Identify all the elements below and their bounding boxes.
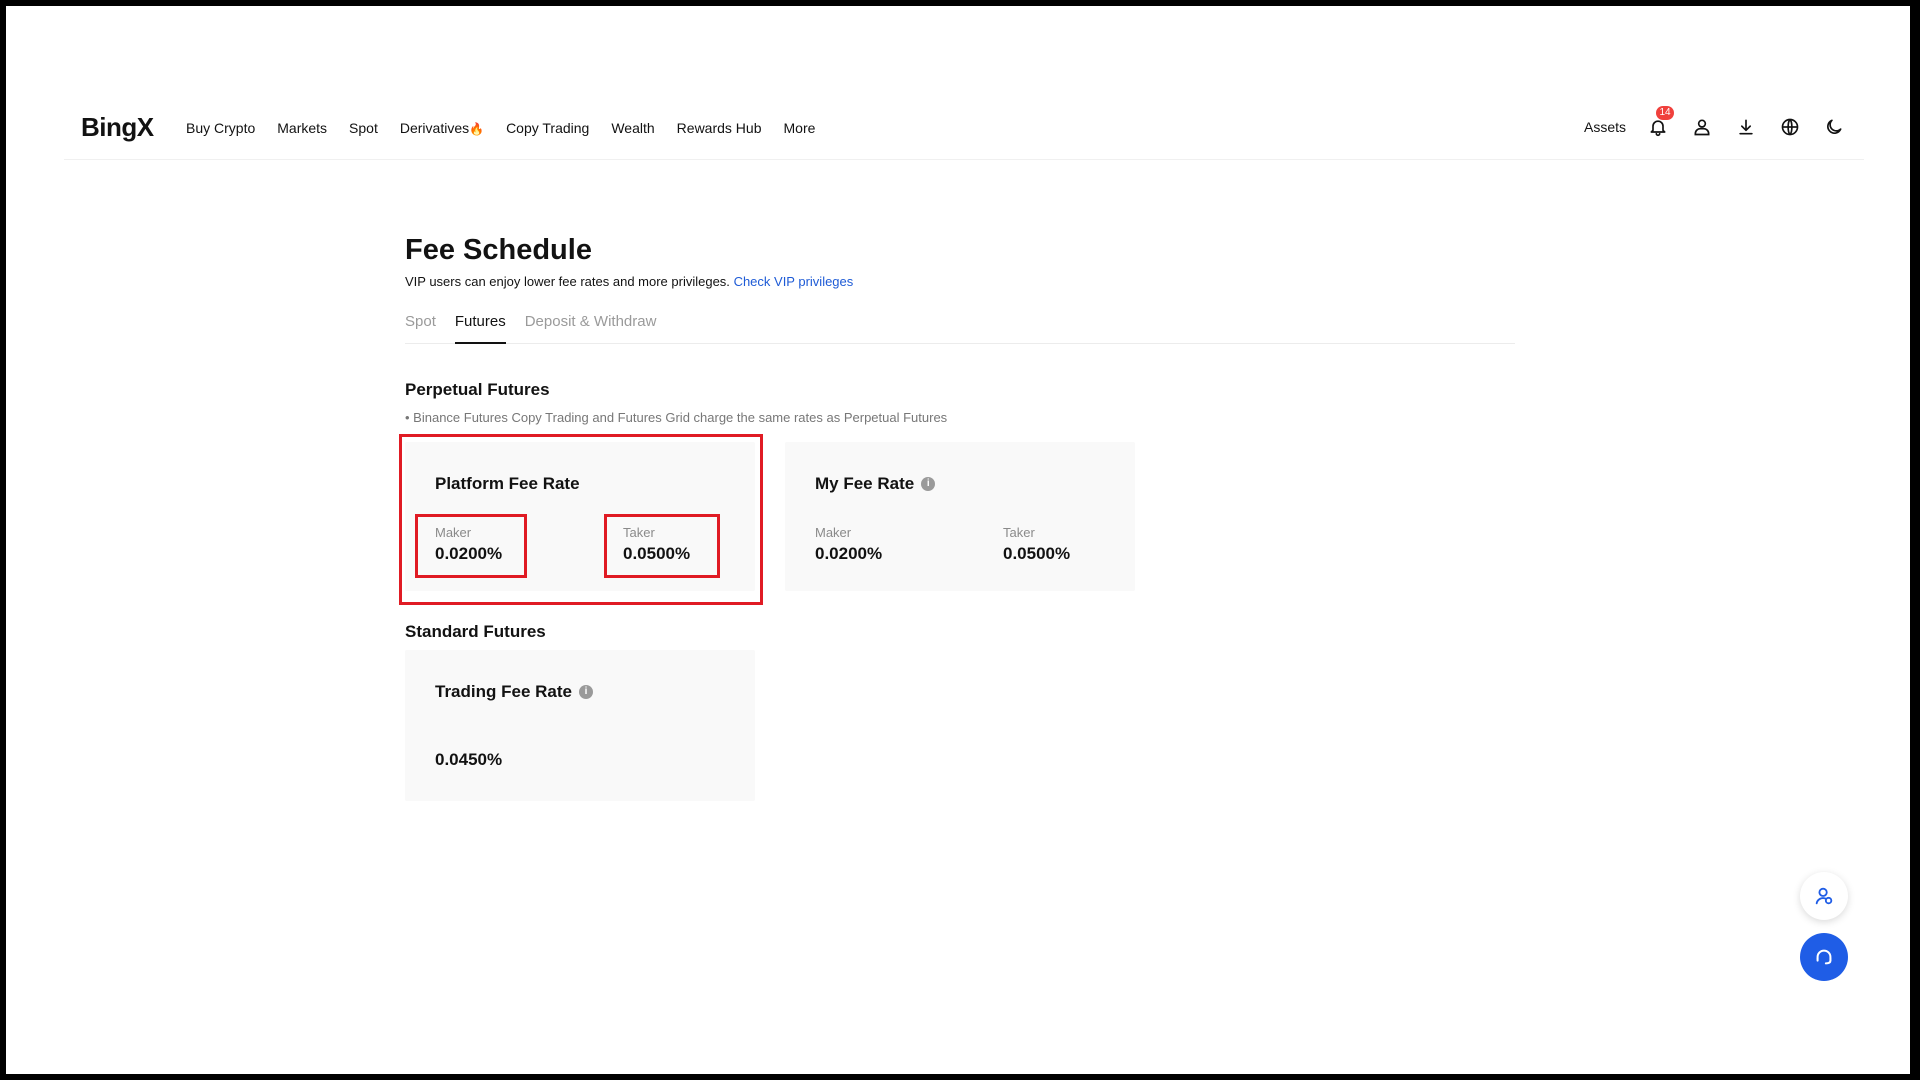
nav-derivatives[interactable]: Derivatives🔥 (400, 120, 484, 136)
theme-toggle[interactable] (1822, 115, 1846, 139)
perpetual-note-text: Binance Futures Copy Trading and Futures… (413, 410, 948, 425)
my-maker: Maker 0.0200% (815, 524, 882, 566)
tab-futures[interactable]: Futures (454, 313, 506, 344)
tab-spot[interactable]: Spot (405, 313, 436, 344)
standard-futures-title: Standard Futures (405, 622, 546, 641)
nav-spot[interactable]: Spot (349, 120, 378, 136)
account-button[interactable] (1690, 115, 1714, 139)
floating-account-button[interactable] (1800, 872, 1848, 920)
page-frame: BingX Buy Crypto Markets Spot Derivative… (6, 6, 1910, 1074)
nav-markets[interactable]: Markets (277, 120, 327, 136)
my-fee-title: My Fee Rate i (815, 474, 936, 494)
bingx-logo[interactable]: BingX (81, 112, 154, 143)
highlight-maker-value (415, 514, 527, 578)
moon-icon (1827, 119, 1842, 134)
check-vip-link[interactable]: Check VIP privileges (734, 274, 854, 289)
notification-badge: 14 (1656, 106, 1674, 120)
tab-deposit-withdraw[interactable]: Deposit & Withdraw (525, 313, 657, 344)
perpetual-note: • Binance Futures Copy Trading and Futur… (405, 410, 947, 425)
header-actions: Assets 14 (1584, 106, 1846, 142)
bell-icon (1650, 120, 1666, 137)
trading-fee-card: Trading Fee Rate i 0.0450% (405, 650, 755, 801)
bullet-icon: • (405, 410, 414, 425)
trading-fee-title-text: Trading Fee Rate (435, 682, 572, 701)
main-nav: Buy Crypto Markets Spot Derivatives🔥 Cop… (186, 120, 815, 136)
fee-tabs: Spot Futures Deposit & Withdraw (405, 313, 1515, 344)
trading-fee-title: Trading Fee Rate i (435, 682, 593, 702)
trading-fee-rate: 0.0450% (435, 748, 502, 772)
download-icon (1739, 119, 1753, 135)
nav-rewards-hub[interactable]: Rewards Hub (677, 120, 762, 136)
notification-button[interactable]: 14 (1646, 106, 1674, 139)
headset-icon (1816, 949, 1832, 965)
my-taker: Taker 0.0500% (1003, 524, 1070, 566)
my-maker-value: 0.0200% (815, 544, 883, 563)
nav-derivatives-label: Derivatives (399, 120, 470, 136)
customer-support-button[interactable] (1800, 933, 1848, 981)
perpetual-futures-title: Perpetual Futures (405, 380, 550, 399)
page-title: Fee Schedule (405, 234, 592, 266)
my-fee-card: My Fee Rate i Maker 0.0200% Taker 0.0500% (785, 442, 1135, 591)
nav-copy-trading[interactable]: Copy Trading (506, 120, 589, 136)
info-icon[interactable]: i (578, 685, 593, 699)
subtitle-text: VIP users can enjoy lower fee rates and … (405, 274, 730, 289)
user-support-icon (1815, 887, 1833, 905)
info-icon[interactable]: i (921, 477, 936, 491)
my-maker-label: Maker (815, 525, 852, 540)
trading-fee-value: 0.0450% (435, 750, 503, 769)
my-fee-title-text: My Fee Rate (815, 474, 915, 493)
language-button[interactable] (1778, 115, 1802, 139)
my-taker-label: Taker (1003, 525, 1035, 540)
nav-wealth[interactable]: Wealth (611, 120, 654, 136)
download-button[interactable] (1734, 115, 1758, 139)
fee-schedule-content: Fee Schedule VIP users can enjoy lower f… (399, 230, 1515, 801)
fire-icon: 🔥 (469, 122, 485, 136)
my-taker-value: 0.0500% (1003, 544, 1071, 563)
highlight-taker-value (604, 514, 720, 578)
page-subtitle: VIP users can enjoy lower fee rates and … (405, 274, 1515, 289)
assets-link[interactable]: Assets (1584, 119, 1626, 135)
globe-icon (1781, 118, 1799, 136)
top-navbar: BingX Buy Crypto Markets Spot Derivative… (64, 102, 1864, 160)
nav-more[interactable]: More (784, 120, 816, 136)
user-icon (1694, 119, 1710, 136)
nav-buy-crypto[interactable]: Buy Crypto (186, 120, 255, 136)
